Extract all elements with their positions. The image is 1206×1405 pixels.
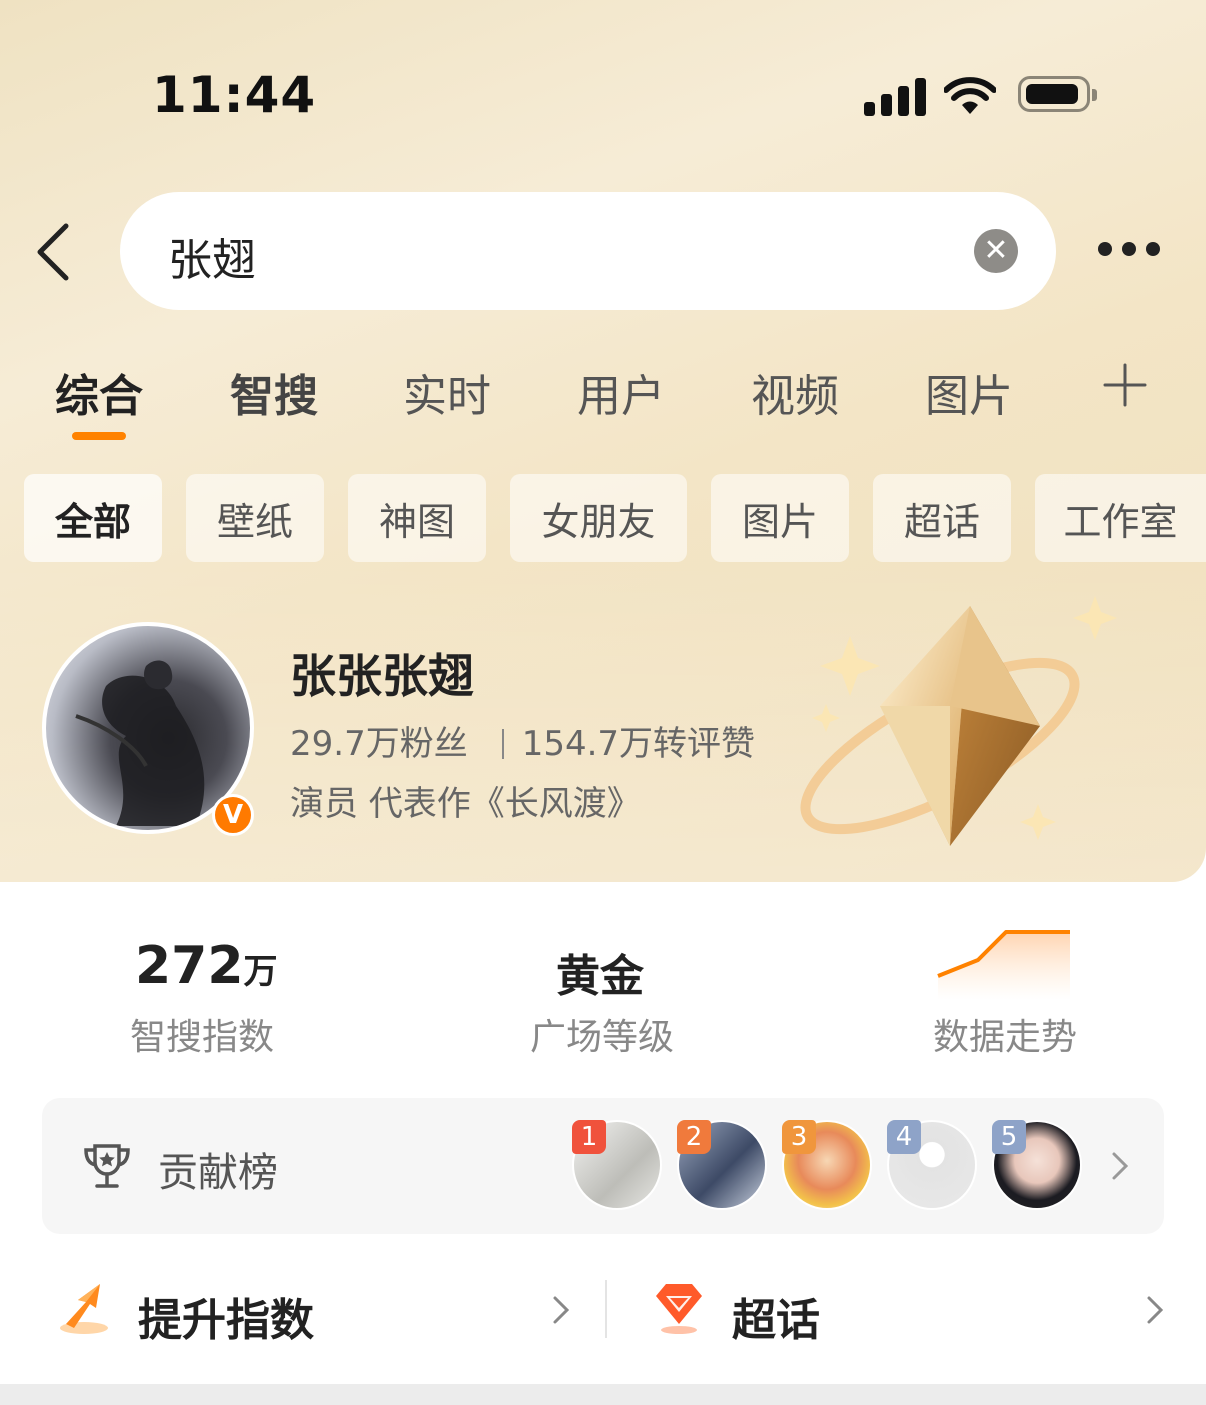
active-tab-indicator [72, 432, 126, 440]
rank-badge-2: 2 [677, 1120, 711, 1154]
tab-realtime[interactable]: 实时 [403, 360, 491, 424]
search-input[interactable]: 张翅 ✕ [120, 192, 1056, 310]
chip-girlfriend[interactable]: 女朋友 [510, 474, 687, 562]
clear-search-icon[interactable]: ✕ [974, 229, 1018, 273]
profile-stats: 29.7万粉丝 154.7万转评赞 [290, 716, 755, 765]
data-trend-chart[interactable] [934, 924, 1074, 1000]
profile-bio: 演员 代表作《长风渡》 [290, 784, 641, 824]
contribution-label: 贡献榜 [158, 1150, 278, 1196]
chip-studio[interactable]: 工作室 [1035, 474, 1206, 562]
add-tab-icon[interactable] [1100, 360, 1150, 410]
more-options-icon[interactable] [1096, 242, 1166, 260]
profile-name[interactable]: 张张张翅 [290, 640, 474, 706]
chip-wallpaper[interactable]: 壁纸 [186, 474, 324, 562]
divider [605, 1280, 607, 1338]
battery-icon [1018, 76, 1097, 112]
verified-badge-icon: V [212, 794, 254, 836]
chevron-right-icon[interactable] [1110, 1150, 1130, 1182]
smart-search-index-value[interactable]: 272万 [135, 936, 278, 996]
rank-badge-4: 4 [887, 1120, 921, 1154]
boost-index-link[interactable]: 提升指数 [138, 1284, 314, 1348]
chevron-right-icon[interactable] [1146, 1294, 1164, 1326]
interaction-count: 154.7万转评赞 [521, 724, 756, 764]
plaza-level-value[interactable]: 黄金 [556, 940, 644, 1004]
chip-meme[interactable]: 神图 [348, 474, 486, 562]
search-query: 张翅 [168, 235, 256, 286]
rank-badge-3: 3 [782, 1120, 816, 1154]
super-topic-link[interactable]: 超话 [732, 1284, 820, 1348]
tab-users[interactable]: 用户 [577, 360, 665, 424]
chip-all[interactable]: 全部 [24, 474, 162, 562]
tab-pictures[interactable]: 图片 [925, 360, 1013, 424]
super-topic-diamond-icon [656, 1284, 702, 1334]
gold-crystal-icon [800, 596, 1117, 846]
tab-videos[interactable]: 视频 [751, 360, 839, 424]
smart-search-index-label: 智搜指数 [130, 1017, 275, 1058]
back-arrow-icon[interactable] [30, 220, 90, 284]
status-time: 11:44 [152, 66, 317, 124]
rank-badge-1: 1 [572, 1120, 606, 1154]
data-trend-label: 数据走势 [933, 1017, 1078, 1058]
chip-pictures[interactable]: 图片 [711, 474, 849, 562]
chip-super-topic[interactable]: 超话 [873, 474, 1011, 562]
plaza-level-label: 广场等级 [530, 1017, 675, 1058]
section-separator [0, 1384, 1206, 1405]
tab-smart-search[interactable]: 智搜 [230, 360, 318, 424]
fans-count: 29.7万粉丝 [290, 724, 468, 764]
cellular-signal-icon [864, 78, 926, 116]
rank-badge-5: 5 [992, 1120, 1026, 1154]
boost-arrow-icon [60, 1284, 108, 1334]
wifi-icon [944, 77, 996, 114]
tab-comprehensive[interactable]: 综合 [55, 360, 143, 424]
contribution-ranking-card[interactable]: 贡献榜 1 2 3 4 5 [42, 1098, 1164, 1234]
chevron-right-icon[interactable] [552, 1294, 570, 1326]
trophy-icon [84, 1144, 130, 1188]
